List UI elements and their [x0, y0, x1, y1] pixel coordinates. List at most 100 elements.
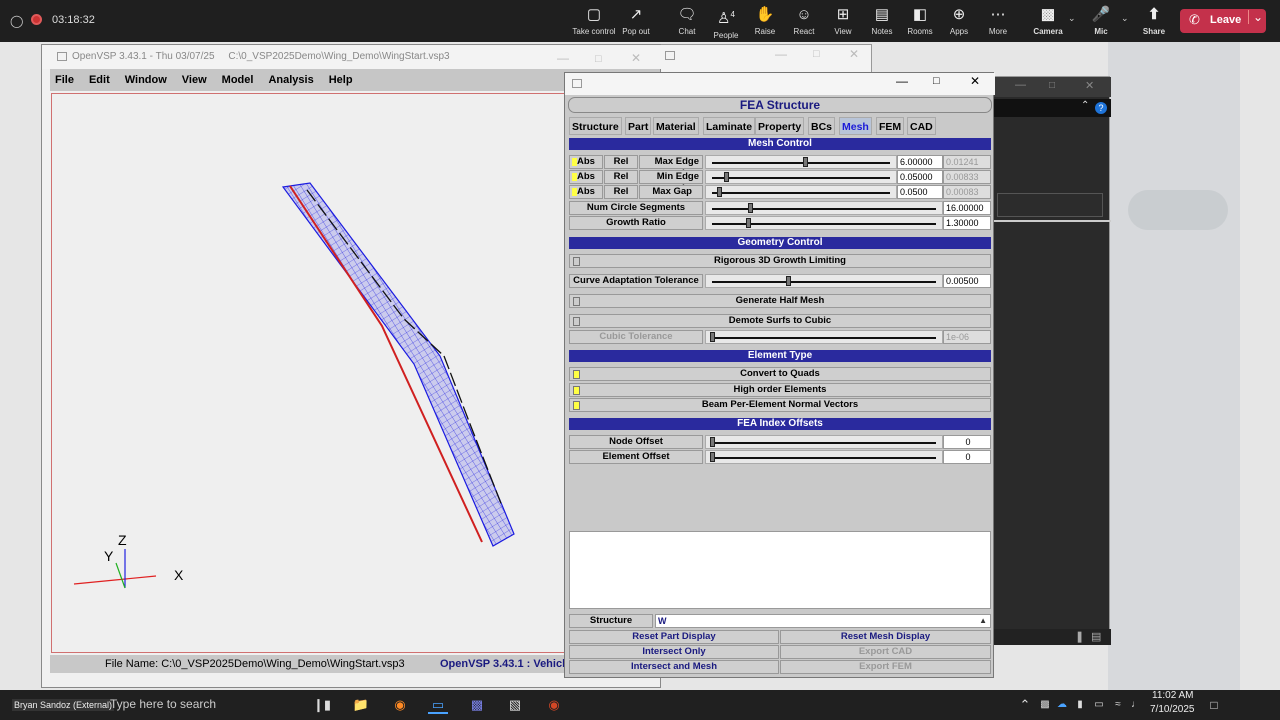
curve-adaptation-slider[interactable] — [705, 274, 943, 288]
volume-icon[interactable]: ♩ — [1126, 696, 1146, 714]
maximize-icon[interactable]: □ — [813, 48, 820, 60]
rel-toggle[interactable]: Rel — [604, 185, 638, 199]
view-button[interactable]: ⊞ View — [821, 6, 865, 36]
maximize-icon[interactable]: □ — [595, 47, 602, 71]
generate-half-mesh-toggle[interactable]: Generate Half Mesh — [569, 294, 991, 308]
tab-cad[interactable]: CAD — [907, 117, 936, 135]
usb-icon[interactable]: ▮ — [1070, 696, 1090, 714]
close-icon[interactable]: ✕ — [849, 47, 859, 61]
tab-part[interactable]: Part — [625, 117, 652, 135]
close-icon[interactable]: ✕ — [631, 46, 641, 70]
menu-model[interactable]: Model — [222, 69, 254, 91]
tab-fem[interactable]: FEM — [876, 117, 905, 135]
node-offset-input[interactable]: 0 — [943, 435, 991, 449]
max-gap-slider[interactable] — [705, 185, 897, 199]
clock-time[interactable]: 11:02 AM — [1152, 690, 1194, 701]
demote-surfs-toggle[interactable]: Demote Surfs to Cubic — [569, 314, 991, 328]
beam-normal-vectors-toggle[interactable]: Beam Per-Element Normal Vectors — [569, 398, 991, 412]
menu-window[interactable]: Window — [125, 69, 167, 91]
clock-date[interactable]: 7/10/2025 — [1150, 704, 1195, 715]
abs-toggle[interactable]: Abs — [569, 155, 603, 169]
powerpoint-icon[interactable]: ◉ — [544, 696, 564, 714]
camera-button[interactable]: ▩ Camera — [1026, 6, 1070, 36]
show-hidden-icons-chevron-icon[interactable]: ⌃ — [1015, 696, 1035, 714]
tab-mesh[interactable]: Mesh — [839, 117, 872, 135]
menu-edit[interactable]: Edit — [89, 69, 110, 91]
firefox-icon[interactable]: ◉ — [390, 696, 410, 714]
onedrive-icon[interactable]: ☁ — [1052, 696, 1072, 714]
react-button[interactable]: ☺ React — [782, 6, 826, 36]
min-edge-len-input[interactable]: 0.05000 — [897, 170, 943, 184]
mic-button[interactable]: 🎤 Mic — [1079, 6, 1123, 36]
notifications-icon[interactable]: □ — [1204, 696, 1224, 714]
maximize-icon[interactable]: □ — [933, 75, 940, 87]
growth-ratio-slider[interactable] — [705, 216, 943, 230]
structure-dropdown[interactable]: W ▲ — [655, 614, 991, 628]
dark-background-window[interactable]: — □ ✕ ⌃ ? ❚ ▤ — [992, 76, 1111, 645]
reset-mesh-display-button[interactable]: Reset Mesh Display — [780, 630, 991, 644]
menu-view[interactable]: View — [182, 69, 207, 91]
close-icon[interactable]: ✕ — [1085, 79, 1094, 92]
divider-handle-icon[interactable]: ❚ — [1075, 630, 1084, 643]
leave-chevron-icon[interactable]: ⌄ — [1248, 10, 1263, 24]
rel-toggle[interactable]: Rel — [604, 155, 638, 169]
file-explorer-icon[interactable]: 📁 — [351, 696, 371, 714]
help-icon[interactable]: ? — [1095, 102, 1107, 114]
abs-toggle[interactable]: Abs — [569, 170, 603, 184]
leave-button[interactable]: ✆ Leave ⌄ — [1180, 9, 1266, 33]
node-offset-slider[interactable] — [705, 435, 943, 449]
intersect-only-button[interactable]: Intersect Only — [569, 645, 779, 659]
tab-property[interactable]: Property — [755, 117, 805, 135]
element-offset-slider[interactable] — [705, 450, 943, 464]
element-offset-input[interactable]: 0 — [943, 450, 991, 464]
tab-laminate[interactable]: Laminate — [703, 117, 756, 135]
reset-part-display-button[interactable]: Reset Part Display — [569, 630, 779, 644]
background-window[interactable]: — □ ✕ — [656, 44, 872, 74]
high-order-elements-toggle[interactable]: High order Elements — [569, 383, 991, 397]
num-circle-segments-input[interactable]: 16.00000 — [943, 201, 991, 215]
panel-icon[interactable]: ▤ — [1091, 630, 1101, 643]
menu-file[interactable]: File — [55, 69, 74, 91]
share-button[interactable]: ⬆ Share — [1132, 6, 1176, 36]
teams-icon[interactable]: ▩ — [467, 696, 487, 714]
convert-to-quads-toggle[interactable]: Convert to Quads — [569, 367, 991, 381]
tab-structure[interactable]: Structure — [569, 117, 622, 135]
intersect-and-mesh-button[interactable]: Intersect and Mesh — [569, 660, 779, 674]
menu-help[interactable]: Help — [329, 69, 353, 91]
camera-options-chevron-icon[interactable]: ⌄ — [1068, 13, 1076, 24]
search-box[interactable]: Type here to search — [110, 697, 216, 711]
rel-toggle[interactable]: Rel — [604, 170, 638, 184]
tab-bcs[interactable]: BCs — [808, 117, 836, 135]
rigorous-3d-growth-toggle[interactable]: Rigorous 3D Growth Limiting — [569, 254, 991, 268]
curve-adaptation-input[interactable]: 0.00500 — [943, 274, 991, 288]
minimize-icon[interactable]: — — [557, 46, 569, 70]
apps-button[interactable]: ⊕ Apps — [937, 6, 981, 36]
growth-ratio-input[interactable]: 1.30000 — [943, 216, 991, 230]
collapse-icon[interactable]: ⌃ — [1081, 100, 1089, 111]
tab-material[interactable]: Material — [653, 117, 699, 135]
minimize-icon[interactable]: — — [1015, 79, 1026, 91]
wifi-icon[interactable]: ≈ — [1108, 696, 1128, 714]
max-edge-len-slider[interactable] — [705, 155, 897, 169]
battery-icon[interactable]: ▭ — [1089, 696, 1109, 714]
menu-analysis[interactable]: Analysis — [268, 69, 313, 91]
raise-hand-button[interactable]: ✋ Raise — [743, 6, 787, 36]
rooms-button[interactable]: ◧ Rooms — [898, 6, 942, 36]
openvsp-taskbar-icon[interactable]: ▭ — [428, 696, 448, 714]
take-control-button[interactable]: ▢ Take control — [572, 6, 616, 36]
pop-out-button[interactable]: ↗ Pop out — [614, 6, 658, 36]
chat-button[interactable]: 🗨 Chat — [665, 6, 709, 36]
close-icon[interactable]: ✕ — [970, 74, 980, 88]
num-circle-segments-slider[interactable] — [705, 201, 943, 215]
min-edge-len-slider[interactable] — [705, 170, 897, 184]
max-edge-len-input[interactable]: 6.00000 — [897, 155, 943, 169]
task-view-icon[interactable]: ❙▮ — [312, 696, 332, 714]
people-button[interactable]: ♙4 People — [704, 6, 748, 40]
minimize-icon[interactable]: — — [775, 47, 787, 61]
minimize-icon[interactable]: — — [896, 74, 908, 88]
max-gap-input[interactable]: 0.0500 — [897, 185, 943, 199]
more-button[interactable]: ⋯ More — [976, 6, 1020, 36]
3d-viewport[interactable]: Z Y X — [51, 93, 567, 653]
mic-options-chevron-icon[interactable]: ⌄ — [1121, 13, 1129, 24]
maximize-icon[interactable]: □ — [1049, 80, 1055, 91]
